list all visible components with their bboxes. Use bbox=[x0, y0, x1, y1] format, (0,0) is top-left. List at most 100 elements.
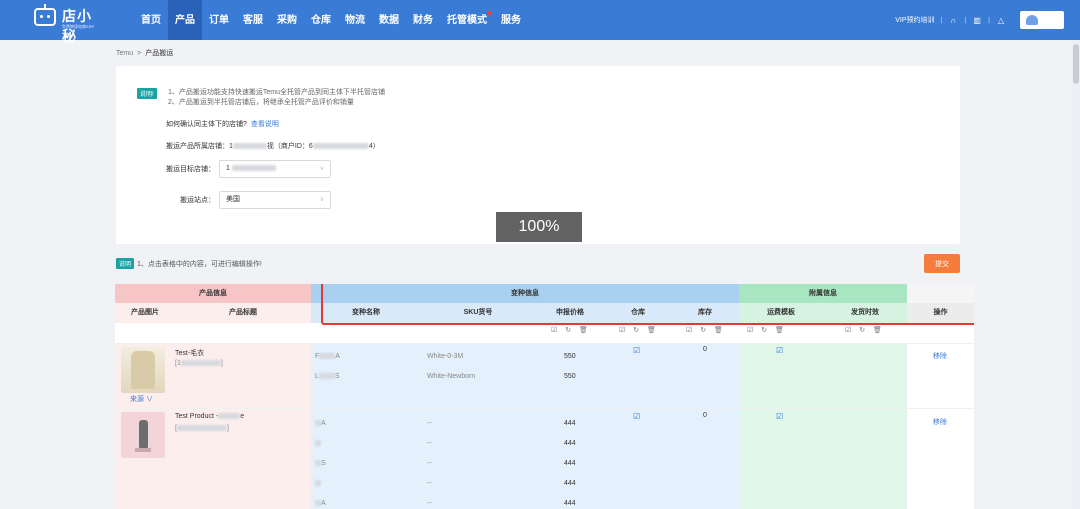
product-title[interactable]: Test Product - e bbox=[175, 413, 244, 420]
warehouse-edit-icon[interactable]: ☑ bbox=[633, 346, 640, 355]
breadcrumb-root[interactable]: Temu bbox=[116, 50, 133, 57]
site-value: 美国 bbox=[226, 196, 240, 203]
nav-item-home[interactable]: 首页 bbox=[134, 0, 168, 40]
nav-item-purchase[interactable]: 采购 bbox=[270, 0, 304, 40]
target-store-select[interactable]: 1 ∨ bbox=[219, 160, 331, 178]
logo-subtitle: 免费跨境电商ERP bbox=[62, 24, 95, 29]
page-scrollbar[interactable] bbox=[1072, 40, 1080, 509]
chevron-down-icon: ∨ bbox=[319, 197, 324, 203]
price-value[interactable]: 550 bbox=[564, 353, 576, 360]
main-nav: 首页 产品 订单 客服 采购 仓库 物流 数据 财务 托管模式 服务 bbox=[134, 0, 528, 40]
header-warehouse: 仓库 bbox=[631, 309, 645, 316]
nav-item-services[interactable]: 服务 bbox=[494, 0, 528, 40]
header-product-title: 产品标题 bbox=[229, 309, 257, 316]
product-image-sweater[interactable] bbox=[121, 347, 165, 393]
bell-icon[interactable]: △ bbox=[996, 16, 1006, 25]
remove-link[interactable]: 移除 bbox=[933, 417, 947, 427]
sku-value[interactable]: -- bbox=[427, 500, 432, 507]
stock-bulk-tools[interactable]: ☑ ↻ 🗑 bbox=[686, 326, 726, 334]
target-store-row: 搬运目标店铺： 1 ∨ bbox=[166, 160, 331, 178]
masked-text bbox=[315, 480, 321, 487]
scrollbar-thumb[interactable] bbox=[1073, 44, 1079, 84]
vip-training-link[interactable]: VIP预约培训 bbox=[895, 15, 934, 25]
variant-name[interactable]: LS bbox=[315, 373, 340, 380]
variant-name[interactable]: S bbox=[315, 460, 326, 467]
robot-logo-icon bbox=[34, 4, 56, 26]
shipping-edit-icon[interactable]: ☑ bbox=[776, 346, 783, 355]
confirm-question: 如何确认同主体下的店铺? 查看说明 bbox=[166, 119, 279, 129]
masked-text bbox=[180, 360, 221, 367]
price-value[interactable]: 550 bbox=[564, 373, 576, 380]
breadcrumb-sep: > bbox=[137, 50, 142, 57]
note-line-2: 2、产品搬运到半托管店铺后，将继承全托管产品评价和销量 bbox=[168, 99, 354, 106]
warehouse-edit-icon[interactable]: ☑ bbox=[633, 412, 640, 421]
nav-item-service[interactable]: 客服 bbox=[236, 0, 270, 40]
target-store-label: 搬运目标店铺： bbox=[166, 166, 215, 173]
user-avatar[interactable] bbox=[1020, 11, 1064, 29]
nav-item-logistics[interactable]: 物流 bbox=[338, 0, 372, 40]
sku-value[interactable]: -- bbox=[427, 480, 432, 487]
masked-text bbox=[319, 353, 336, 360]
divider: | bbox=[940, 16, 943, 24]
chevron-down-icon: ∨ bbox=[319, 166, 324, 172]
group-attached-info: 附属信息 bbox=[809, 290, 837, 297]
remove-link[interactable]: 移除 bbox=[933, 351, 947, 361]
breadcrumb: Temu > 产品搬运 bbox=[116, 48, 173, 58]
header-delivery-time: 发货时效 bbox=[851, 309, 879, 316]
product-title-end: e bbox=[240, 413, 245, 420]
variant-name-suffix: S bbox=[334, 373, 340, 380]
header-stock: 库存 bbox=[698, 309, 712, 316]
price-value[interactable]: 444 bbox=[564, 500, 576, 507]
target-store-value: 1 bbox=[226, 165, 230, 172]
variant-name[interactable] bbox=[315, 440, 321, 447]
nav-item-product[interactable]: 产品 bbox=[168, 0, 202, 40]
variant-name[interactable]: A bbox=[315, 420, 326, 427]
sku-value[interactable]: -- bbox=[427, 440, 432, 447]
move-settings-card: 说明! 1、产品搬运功能支持快速搬运Temu全托管产品到同主体下半托管店铺 2、… bbox=[116, 66, 960, 244]
variant-name[interactable] bbox=[315, 480, 321, 487]
variant-name[interactable]: FA bbox=[315, 353, 340, 360]
tip-badge: 说明 bbox=[116, 258, 135, 269]
site-select[interactable]: 美国 ∨ bbox=[219, 191, 331, 209]
product-title[interactable]: Test-毛衣 bbox=[175, 348, 204, 358]
source-dropdown[interactable]: 来源 ∨ bbox=[130, 394, 153, 404]
product-image-pink[interactable] bbox=[121, 412, 165, 458]
masked-text bbox=[218, 413, 241, 420]
nav-item-order[interactable]: 订单 bbox=[202, 0, 236, 40]
price-value[interactable]: 444 bbox=[564, 440, 576, 447]
app-logo[interactable]: 店小秘 免费跨境电商ERP bbox=[34, 4, 104, 44]
sku-value[interactable]: -- bbox=[427, 460, 432, 467]
price-value[interactable]: 444 bbox=[564, 420, 576, 427]
view-instructions-link[interactable]: 查看说明 bbox=[251, 121, 279, 128]
variant-name[interactable]: A bbox=[315, 500, 326, 507]
masked-text bbox=[231, 165, 276, 172]
shipping-bulk-tools[interactable]: ☑ ↻ 🗑 bbox=[747, 326, 787, 334]
book-icon[interactable]: ▥ bbox=[972, 16, 982, 25]
variant-name-text: A bbox=[321, 500, 326, 507]
notification-dot bbox=[487, 11, 491, 15]
sku-value[interactable]: White-Newborn bbox=[427, 373, 475, 380]
product-id-prefix: [1 bbox=[175, 360, 181, 367]
delivery-bulk-tools[interactable]: ☑ ↻ 🗑 bbox=[845, 326, 885, 334]
price-value[interactable]: 444 bbox=[564, 480, 576, 487]
nav-item-finance[interactable]: 财务 bbox=[406, 0, 440, 40]
warehouse-bulk-tools[interactable]: ☑ ↻ 🗑 bbox=[619, 326, 659, 334]
shipping-edit-icon[interactable]: ☑ bbox=[776, 412, 783, 421]
submit-button[interactable]: 提交 bbox=[924, 254, 960, 273]
nav-item-data[interactable]: 数据 bbox=[372, 0, 406, 40]
stock-value[interactable]: 0 bbox=[703, 412, 707, 419]
masked-text bbox=[232, 143, 267, 149]
price-value[interactable]: 444 bbox=[564, 460, 576, 467]
masked-text bbox=[315, 500, 321, 507]
variant-name-text: A bbox=[321, 420, 326, 427]
price-bulk-tools[interactable]: ☑ ↻ 🗑 bbox=[551, 326, 591, 334]
nav-item-managed-mode[interactable]: 托管模式 bbox=[440, 0, 494, 40]
masked-text bbox=[176, 425, 227, 432]
headset-icon[interactable]: ∩ bbox=[948, 16, 958, 25]
source-store-suffix: 视（商户ID：6 bbox=[266, 143, 313, 150]
stock-value[interactable]: 0 bbox=[703, 346, 707, 353]
sku-value[interactable]: White-0-3M bbox=[427, 353, 463, 360]
top-right-tools: VIP预约培训 | ∩ | ▥ | △ bbox=[895, 0, 1064, 40]
nav-item-warehouse[interactable]: 仓库 bbox=[304, 0, 338, 40]
sku-value[interactable]: -- bbox=[427, 420, 432, 427]
